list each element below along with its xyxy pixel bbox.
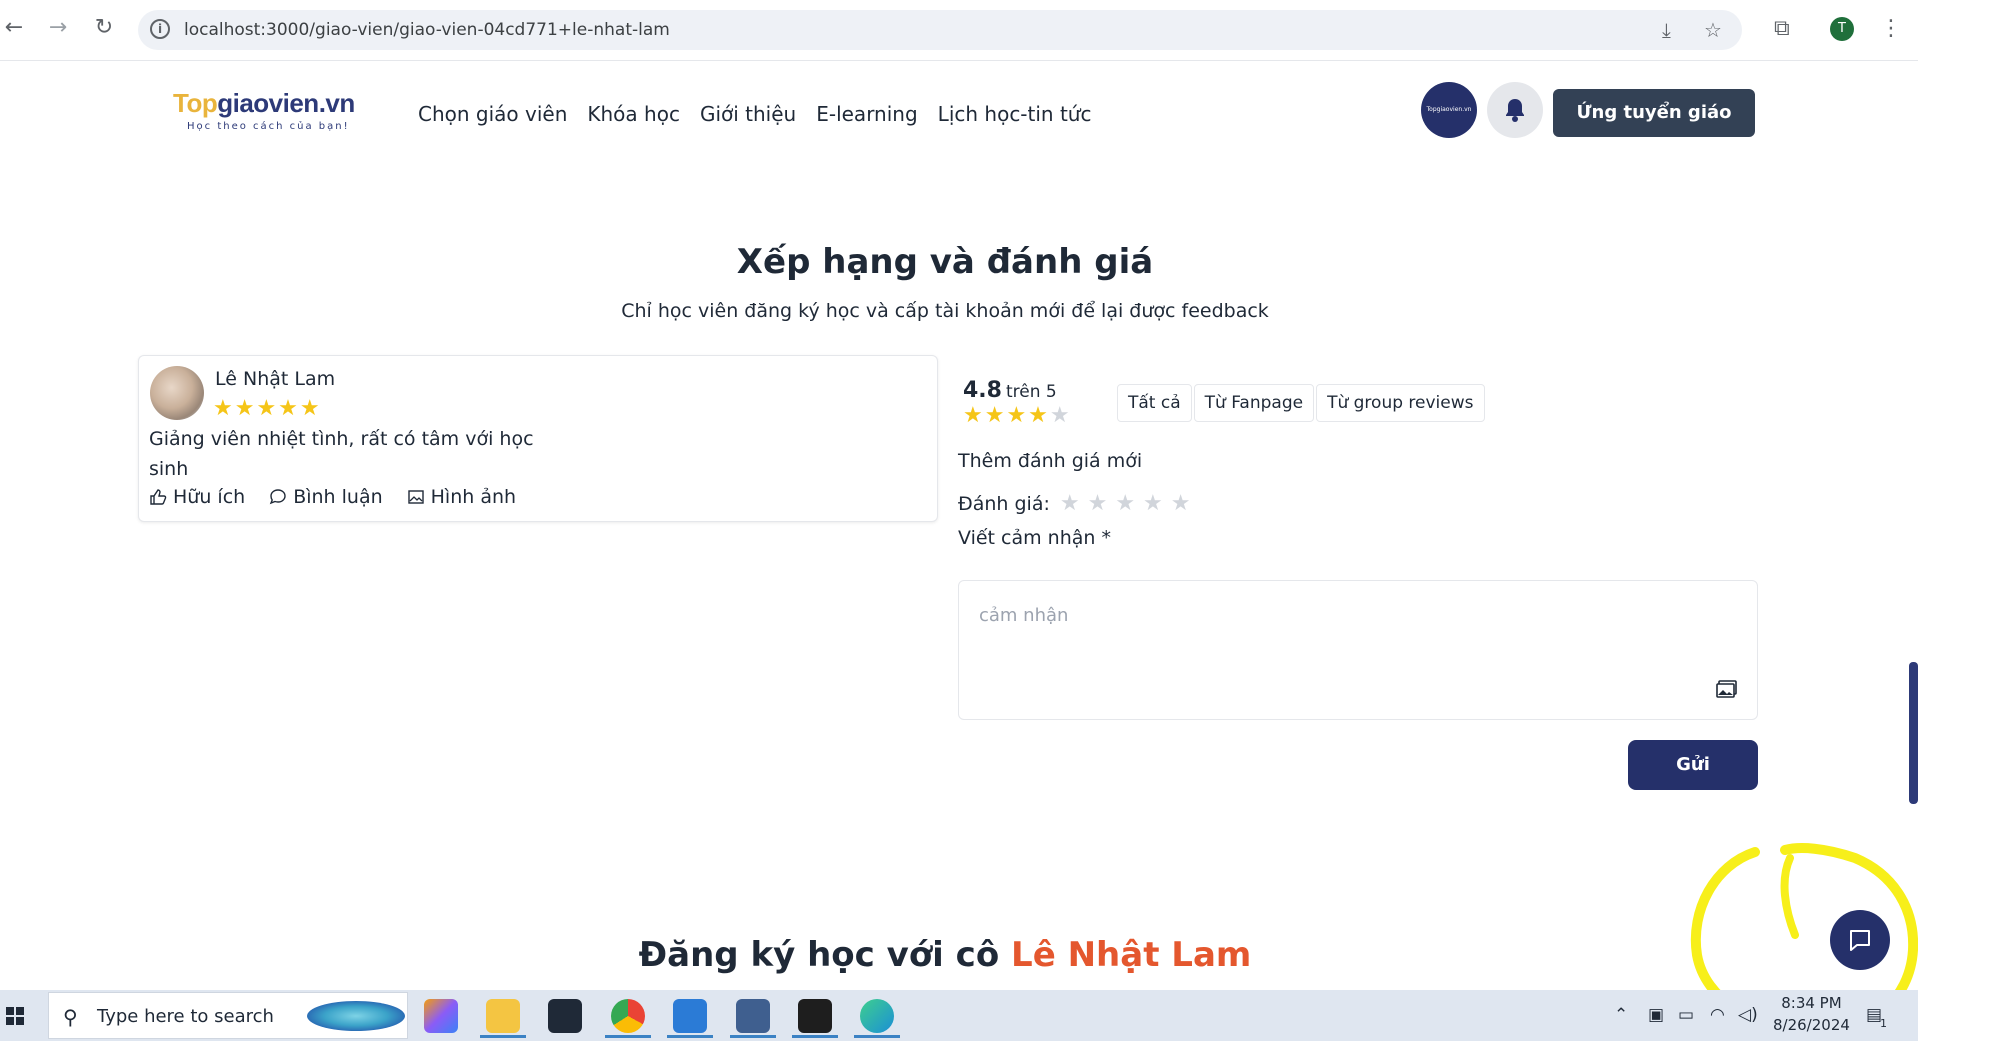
helpful-button[interactable]: Hữu ích [149,486,245,508]
install-app-icon[interactable]: ⤓ [1662,18,1671,42]
rating-label: Đánh giá: [958,492,1050,515]
chat-button[interactable] [1830,910,1890,970]
reviewer-avatar [150,366,204,420]
reload-icon[interactable]: ↻ [90,14,118,42]
logo-tagline: Học theo cách của bạn! [187,121,350,132]
thumbs-up-icon [150,489,167,505]
file-explorer-icon[interactable] [486,999,520,1033]
notification-count: 1 [1880,1017,1887,1030]
search-icon: ⚲ [63,1005,78,1029]
helpful-label: Hữu ích [173,486,246,508]
register-prefix: Đăng ký học với cô [638,935,1000,975]
volume-icon[interactable]: ◁) [1738,1005,1758,1025]
battery-icon[interactable]: ▭ [1678,1005,1694,1025]
more-menu-icon[interactable]: ⋮ [1880,16,1902,41]
windows-start-icon[interactable] [6,1007,24,1025]
review-text: Giảng viên nhiệt tình, rất có tâm với họ… [149,428,534,480]
figma-active-indicator [792,1035,838,1038]
profile-avatar[interactable]: T [1830,17,1854,41]
ratings-title: Xếp hạng và đánh giá [736,242,1154,282]
tray-chevron-icon[interactable]: ⌃ [1614,1005,1628,1025]
vscode-active-indicator [667,1035,713,1038]
comment-label: Bình luận [293,486,383,508]
search-highlight-image [307,1001,405,1031]
register-teacher-name: Lê Nhật Lam [1011,935,1252,975]
register-title: Đăng ký học với cô Lê Nhật Lam [0,935,1890,975]
url-text[interactable]: localhost:3000/giao-vien/giao-vien-04cd7… [184,20,670,40]
images-button[interactable]: Hình ảnh [407,486,516,508]
edge-icon[interactable] [860,999,894,1033]
attach-image-icon[interactable] [1716,680,1738,698]
clock-time: 8:34 PM [1781,994,1842,1012]
bell-icon [1506,99,1524,122]
menu-item-e-learning[interactable]: E-learning [816,102,917,126]
filter-group-reviews-button[interactable]: Từ group reviews [1316,384,1485,422]
submit-review-button[interactable]: Gửi [1628,740,1758,790]
site-info-icon[interactable]: i [150,19,170,39]
file-explorer-active-indicator [480,1035,526,1038]
logo-rest-text: giaovien.vn [217,88,355,118]
rating-score: 4.8 [963,378,1002,403]
address-bar[interactable]: i localhost:3000/giao-vien/giao-vien-04c… [138,10,1742,50]
write-review-label: Viết cảm nhận * [958,527,1111,549]
ssms-active-indicator [730,1035,776,1038]
page-scrollbar[interactable] [1909,662,1918,804]
rating-summary: 4.8 trên 5 ★★★★★ [963,378,1072,428]
windows-taskbar: ⚲ Type here to search ⌃ ▣ ▭ ◠ ◁) 8:34 PM… [0,990,1918,1041]
vscode-icon[interactable] [673,999,707,1033]
add-review-title: Thêm đánh giá mới [958,450,1143,472]
ssms-icon[interactable] [736,999,770,1033]
extensions-icon[interactable]: ⧉ [1774,16,1790,41]
edge-active-indicator [854,1035,900,1038]
summary-stars: ★★★★★ [963,403,1072,428]
review-actions: Hữu ích Bình luận Hình ảnh [149,486,516,508]
taskbar-search[interactable]: ⚲ Type here to search [48,992,408,1039]
filter-all-button[interactable]: Tất cả [1117,384,1192,422]
menu-item-khoa-hoc[interactable]: Khóa học [587,102,680,126]
reviewer-name: Lê Nhật Lam [215,368,336,390]
taskbar-search-placeholder: Type here to search [97,1006,274,1027]
review-stars: ★★★★★ [213,396,322,421]
rating-out-of: trên 5 [1005,382,1057,402]
ratings-subtitle: Chỉ học viên đăng ký học và cấp tài khoả… [621,300,1269,322]
taskbar-clock[interactable]: 8:34 PM 8/26/2024 [1773,992,1850,1036]
main-menu: Chọn giáo viên Khóa học Giới thiệu E-lea… [418,102,1091,126]
filter-fanpage-button[interactable]: Từ Fanpage [1193,384,1315,422]
image-icon [407,490,424,504]
site-logo[interactable]: Topgiaovien.vn Học theo cách của bạn! [173,88,355,132]
apply-teacher-button[interactable]: Ứng tuyển giáo viên [1553,89,1755,171]
back-icon[interactable]: ← [0,14,28,42]
forward-icon[interactable]: → [44,14,72,42]
review-filter-group: Tất cả Từ Fanpage Từ group reviews [1117,384,1487,422]
clock-date: 8/26/2024 [1773,1016,1850,1034]
review-textarea[interactable] [958,580,1758,720]
menu-item-gioi-thieu[interactable]: Giới thiệu [700,102,796,126]
comment-button[interactable]: Bình luận [269,486,383,508]
user-avatar[interactable]: Topgiaovien.vn [1421,82,1477,138]
bookmark-star-icon[interactable]: ☆ [1704,18,1722,42]
copilot-icon[interactable] [424,999,458,1033]
meet-now-icon[interactable]: ▣ [1648,1005,1664,1025]
chrome-icon[interactable] [611,999,645,1033]
chrome-active-indicator [605,1035,651,1038]
menu-item-lich-hoc-tin-tuc[interactable]: Lịch học-tin tức [938,102,1092,126]
rating-input-row: Đánh giá: ★★★★★ [958,491,1199,516]
wifi-icon[interactable]: ◠ [1710,1005,1725,1025]
chat-icon [1850,930,1870,951]
notification-button[interactable] [1487,82,1543,138]
rating-star-picker[interactable]: ★★★★★ [1060,491,1199,516]
figma-icon[interactable] [798,999,832,1033]
terminal-icon[interactable] [548,999,582,1033]
images-label: Hình ảnh [430,486,517,508]
comment-icon [269,489,286,505]
browser-toolbar: ← → ↻ i localhost:3000/giao-vien/giao-vi… [0,0,1918,61]
review-card: Lê Nhật Lam ★★★★★ Giảng viên nhiệt tình,… [138,355,938,522]
menu-item-chon-giao-vien[interactable]: Chọn giáo viên [418,102,567,126]
logo-top-text: Top [173,88,218,118]
